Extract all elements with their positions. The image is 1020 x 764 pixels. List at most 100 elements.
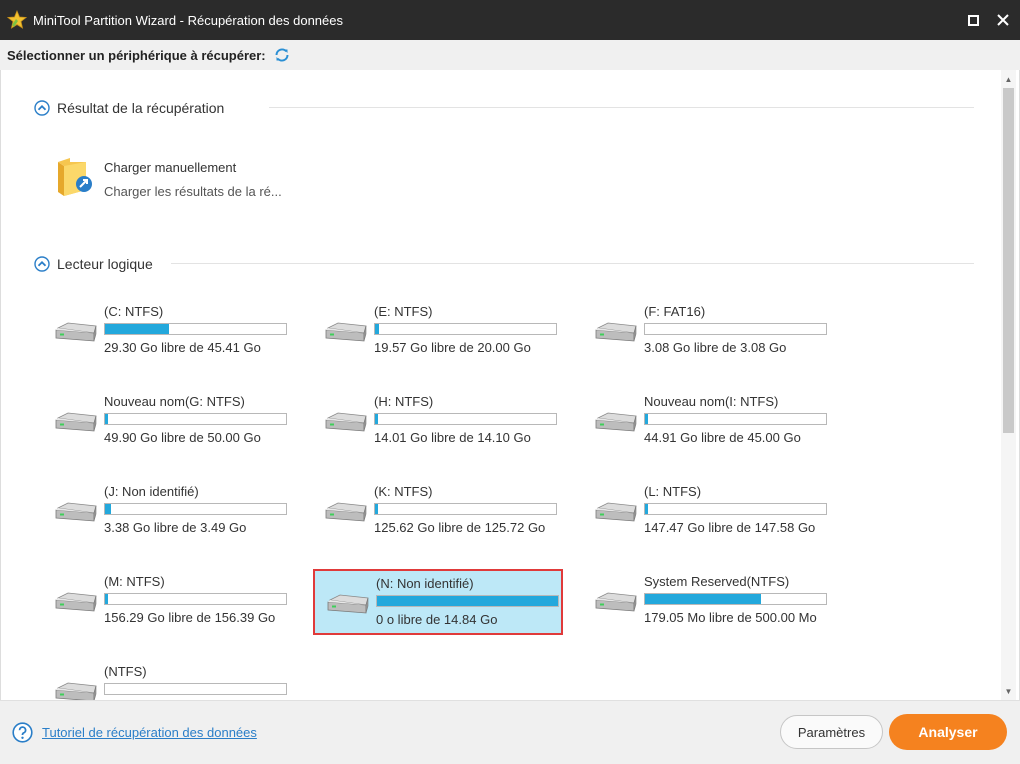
drive-name: Nouveau nom(G: NTFS) (104, 394, 245, 409)
hard-drive-icon (325, 502, 367, 522)
hard-drive-icon (55, 502, 97, 522)
drive-usage-bar (644, 413, 827, 425)
settings-button[interactable]: Paramètres (780, 715, 883, 749)
drive-free-space: 125.62 Go libre de 125.72 Go (374, 520, 546, 535)
drive-usage-fill (645, 594, 762, 604)
analyze-button[interactable]: Analyser (889, 714, 1007, 750)
drive-usage-fill (645, 504, 648, 514)
drive-usage-bar (104, 323, 287, 335)
drive-free-space: 29.30 Go libre de 45.41 Go (104, 340, 261, 355)
hard-drive-icon (595, 592, 637, 612)
drive-item[interactable]: Nouveau nom(G: NTFS) 49.90 Go libre de 50… (46, 394, 296, 461)
hard-drive-icon (595, 502, 637, 522)
manual-load-title: Charger manuellement (104, 160, 237, 175)
section-divider (171, 263, 974, 264)
manual-load-item[interactable]: Charger manuellement Charger les résulta… (56, 152, 316, 202)
manual-load-subtitle: Charger les résultats de la ré... (104, 184, 282, 199)
maximize-icon (967, 14, 979, 26)
help-icon[interactable] (12, 722, 33, 743)
drive-item[interactable]: (N: Non identifié) 0 o libre de 14.84 Go (313, 569, 563, 635)
drive-usage-bar (374, 413, 557, 425)
drive-name: (NTFS) (104, 664, 147, 679)
drive-usage-fill (105, 414, 108, 424)
drive-item[interactable]: (J: Non identifié) 3.38 Go libre de 3.49 … (46, 484, 296, 551)
drive-free-space: 0 o libre de 14.84 Go (376, 612, 498, 627)
hard-drive-icon (595, 412, 637, 432)
device-select-label: Sélectionner un périphérique à récupérer… (7, 47, 266, 63)
hard-drive-icon (325, 412, 367, 432)
drive-item[interactable]: Nouveau nom(I: NTFS) 44.91 Go libre de 45… (586, 394, 836, 461)
vertical-scrollbar[interactable]: ▲ ▼ (1001, 70, 1016, 700)
drive-usage-bar (104, 503, 287, 515)
close-button[interactable] (988, 0, 1018, 40)
logical-drives-title: Lecteur logique (57, 256, 153, 272)
title-bar: MiniTool Partition Wizard - Récupération… (0, 0, 1020, 40)
drive-usage-fill (375, 414, 378, 424)
drive-usage-fill (375, 324, 379, 334)
drive-item[interactable]: System Reserved(NTFS) 179.05 Mo libre de … (586, 574, 836, 641)
drive-free-space: 14.01 Go libre de 14.10 Go (374, 430, 531, 445)
drive-free-space: 156.29 Go libre de 156.39 Go (104, 610, 276, 625)
device-select-header: Sélectionner un périphérique à récupérer… (0, 40, 1020, 70)
section-divider (269, 107, 974, 108)
scroll-down-icon[interactable]: ▼ (1001, 684, 1016, 698)
collapse-up-icon[interactable] (34, 100, 50, 116)
drive-name: (E: NTFS) (374, 304, 433, 319)
drive-free-space: 49.90 Go libre de 50.00 Go (104, 430, 261, 445)
logical-drives-header[interactable]: Lecteur logique (34, 256, 153, 272)
drive-usage-bar (644, 503, 827, 515)
drive-usage-bar (104, 683, 287, 695)
drive-free-space: 44.91 Go libre de 45.00 Go (644, 430, 801, 445)
drive-item[interactable]: (E: NTFS) 19.57 Go libre de 20.00 Go (316, 304, 566, 371)
window-title: MiniTool Partition Wizard - Récupération… (33, 12, 343, 28)
refresh-icon[interactable] (273, 46, 291, 64)
drive-name: (L: NTFS) (644, 484, 702, 499)
footer: Tutoriel de récupération des données Par… (0, 700, 1020, 764)
folder-load-icon (58, 158, 92, 196)
drive-item[interactable]: (K: NTFS) 125.62 Go libre de 125.72 Go (316, 484, 566, 551)
hard-drive-icon (55, 412, 97, 432)
drive-name: (F: FAT16) (644, 304, 706, 319)
drive-usage-bar (644, 323, 827, 335)
drive-item[interactable]: (NTFS) (46, 664, 296, 700)
drive-item[interactable]: (H: NTFS) 14.01 Go libre de 14.10 Go (316, 394, 566, 461)
drive-usage-fill (645, 414, 648, 424)
drive-name: (K: NTFS) (374, 484, 433, 499)
collapse-up-icon[interactable] (34, 256, 50, 272)
recovery-result-title: Résultat de la récupération (57, 100, 225, 116)
drive-name: (H: NTFS) (374, 394, 434, 409)
main-content: Résultat de la récupération Charger manu… (0, 70, 1020, 700)
drive-free-space: 179.05 Mo libre de 500.00 Mo (644, 610, 817, 625)
hard-drive-icon (55, 322, 97, 342)
drive-usage-bar (374, 503, 557, 515)
drive-free-space: 3.08 Go libre de 3.08 Go (644, 340, 787, 355)
drive-item[interactable]: (C: NTFS) 29.30 Go libre de 45.41 Go (46, 304, 296, 371)
drive-free-space: 19.57 Go libre de 20.00 Go (374, 340, 531, 355)
tutorial-link[interactable]: Tutoriel de récupération des données (42, 725, 257, 740)
drive-usage-bar (104, 413, 287, 425)
recovery-result-header[interactable]: Résultat de la récupération (34, 100, 224, 116)
drive-name: (N: Non identifié) (376, 576, 474, 591)
drive-usage-bar (376, 595, 559, 607)
drive-usage-fill (105, 504, 111, 514)
drive-free-space: 3.38 Go libre de 3.49 Go (104, 520, 247, 535)
drive-usage-bar (644, 593, 827, 605)
drive-item[interactable]: (F: FAT16) 3.08 Go libre de 3.08 Go (586, 304, 836, 371)
maximize-button[interactable] (958, 0, 988, 40)
drive-name: (J: Non identifié) (104, 484, 199, 499)
scroll-up-icon[interactable]: ▲ (1001, 72, 1016, 86)
drive-item[interactable]: (M: NTFS) 156.29 Go libre de 156.39 Go (46, 574, 296, 641)
drive-usage-fill (105, 324, 170, 334)
drive-name: Nouveau nom(I: NTFS) (644, 394, 779, 409)
drive-free-space: 147.47 Go libre de 147.58 Go (644, 520, 816, 535)
drive-item[interactable]: (L: NTFS) 147.47 Go libre de 147.58 Go (586, 484, 836, 551)
drive-name: System Reserved(NTFS) (644, 574, 790, 589)
drive-name: (M: NTFS) (104, 574, 165, 589)
drive-name: (C: NTFS) (104, 304, 164, 319)
scroll-thumb[interactable] (1003, 88, 1014, 433)
hard-drive-icon (327, 594, 369, 614)
drive-usage-bar (374, 323, 557, 335)
drive-usage-bar (104, 593, 287, 605)
minitool-logo-icon (7, 10, 27, 29)
hard-drive-icon (55, 682, 97, 700)
